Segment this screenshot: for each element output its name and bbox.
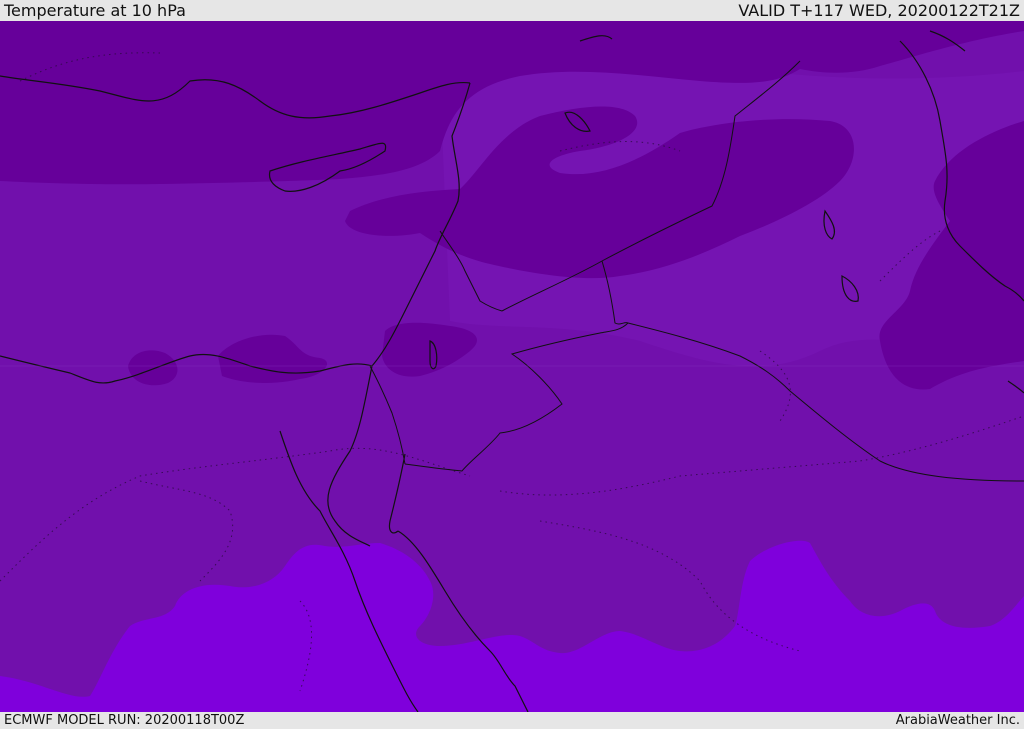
valid-time-label: VALID T+117 WED, 20200122T21Z <box>738 1 1020 20</box>
footer-bar: ECMWF MODEL RUN: 20200118T00Z ArabiaWeat… <box>0 712 1024 729</box>
header-bar: Temperature at 10 hPa VALID T+117 WED, 2… <box>0 0 1024 21</box>
model-run-label: ECMWF MODEL RUN: 20200118T00Z <box>4 713 245 728</box>
credit-label: ArabiaWeather Inc. <box>895 713 1020 728</box>
temperature-map <box>0 21 1024 712</box>
map-title: Temperature at 10 hPa <box>4 1 186 20</box>
